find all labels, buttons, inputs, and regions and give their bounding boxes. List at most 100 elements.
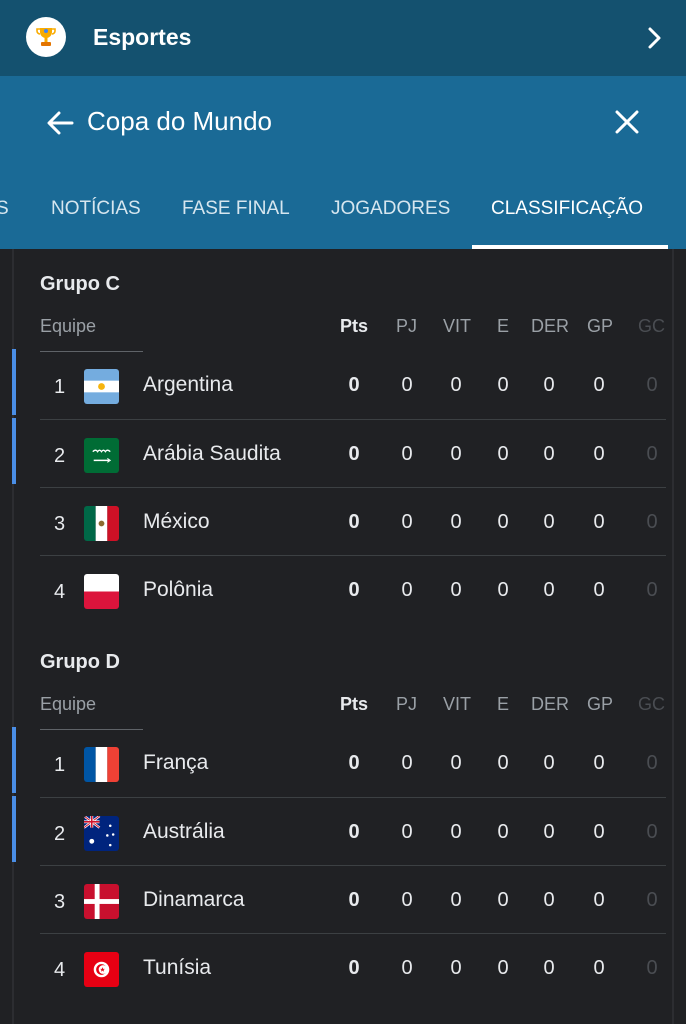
stat-e: 0 [497,821,509,843]
team-position: 4 [54,581,66,603]
column-header-vit: VIT [443,694,472,714]
stat-pts: 0 [348,957,360,979]
stat-gp: 0 [593,821,605,843]
stat-gp: 0 [593,511,605,533]
stat-der: 0 [543,443,555,465]
denmark-flag-icon [84,884,119,919]
column-header-gc: GC [638,694,665,714]
stat-gc: 0 [646,752,658,774]
column-header-pts: Pts [340,316,369,336]
stat-der: 0 [543,821,555,843]
tunisia-flag-icon [84,952,119,987]
stat-vit: 0 [450,579,462,601]
stat-e: 0 [497,889,509,911]
team-position: 1 [54,754,66,776]
stat-der: 0 [543,374,555,396]
standings-row[interactable]: 2 Austrália 0 0 0 0 0 0 0 [12,796,666,865]
team-name: México [143,510,210,533]
stat-der: 0 [543,889,555,911]
group-title: Grupo C [40,273,120,295]
trophy-icon [26,17,66,57]
standings-row[interactable]: 3 México 0 0 0 0 0 0 0 [40,487,666,555]
stat-pj: 0 [401,889,413,911]
team-name: Polônia [143,578,214,601]
sports-top-bar[interactable]: Esportes [0,0,686,76]
column-header-gc: GC [638,316,665,336]
standings-row[interactable]: 2 Arábia Saudita 0 0 0 0 0 0 0 [12,418,666,487]
tab-jogadores[interactable]: JOGADORES [331,198,450,220]
column-header-vit: VIT [443,316,472,336]
stat-pj: 0 [401,374,413,396]
team-name: Argentina [143,373,233,396]
column-header-gp: GP [587,316,614,336]
stat-gp: 0 [593,374,605,396]
sports-title: Esportes [93,24,192,50]
standings-row[interactable]: 4 Polônia 0 0 0 0 0 0 0 [40,555,666,623]
team-name: Dinamarca [143,888,245,911]
column-header-der: DER [531,694,570,714]
qualification-marker [12,349,16,415]
saudi-arabia-flag-icon [84,438,119,473]
qualification-marker [12,796,16,862]
stat-pj: 0 [401,443,413,465]
tab-noticias[interactable]: NOTÍCIAS [51,198,141,220]
australia-flag-icon [84,816,119,851]
standings-row[interactable]: 1 França 0 0 0 0 0 0 0 [12,727,666,797]
stat-e: 0 [497,374,509,396]
stat-der: 0 [543,579,555,601]
stat-gc: 0 [646,889,658,911]
poland-flag-icon [84,574,119,609]
tab-classificacao[interactable]: CLASSIFICAÇÃO [491,198,643,220]
stat-pj: 0 [401,579,413,601]
column-header-pj: PJ [396,316,418,336]
standings-row[interactable]: 4 Tunísia 0 0 0 0 0 0 0 [40,933,666,1001]
stat-pts: 0 [348,579,360,601]
stat-gc: 0 [646,821,658,843]
stat-vit: 0 [450,752,462,774]
team-position: 1 [54,376,66,398]
column-header-e: E [497,316,510,336]
tab-fase-final[interactable]: FASE FINAL [182,198,290,220]
stat-vit: 0 [450,889,462,911]
column-header-e: E [497,694,510,714]
stat-pts: 0 [348,443,360,465]
tab-partial[interactable]: S [0,198,9,220]
stat-der: 0 [543,957,555,979]
tab-bar: S NOTÍCIAS FASE FINAL JOGADORES CLASSIFI… [0,184,686,249]
stat-e: 0 [497,752,509,774]
france-flag-icon [84,747,119,782]
team-name: Tunísia [143,956,212,979]
team-position: 3 [54,891,66,913]
page-title: Copa do Mundo [87,106,273,136]
stat-vit: 0 [450,821,462,843]
chevron-right-icon[interactable] [640,24,668,52]
stat-gp: 0 [593,579,605,601]
group-title: Grupo D [40,651,120,673]
stat-pj: 0 [401,957,413,979]
arrow-left-icon[interactable] [44,107,76,139]
stat-vit: 0 [450,374,462,396]
stat-pj: 0 [401,821,413,843]
team-position: 4 [54,959,66,981]
stat-gc: 0 [646,957,658,979]
stat-pj: 0 [401,752,413,774]
qualification-marker [12,418,16,484]
stat-gp: 0 [593,957,605,979]
stat-gp: 0 [593,889,605,911]
stat-e: 0 [497,957,509,979]
stat-gp: 0 [593,752,605,774]
stat-pts: 0 [348,821,360,843]
team-name: Arábia Saudita [143,442,281,465]
stat-gc: 0 [646,374,658,396]
standings-row[interactable]: 3 Dinamarca 0 0 0 0 0 0 0 [40,865,666,933]
close-icon[interactable] [612,107,642,137]
team-name: Austrália [143,820,225,843]
standings-content[interactable]: Grupo C Equipe Pts PJ VIT E DER GP GC 1 Argentina 0… [0,249,686,1024]
standings-row[interactable]: 1 Argentina 0 0 0 0 0 0 0 [12,349,666,419]
stat-gc: 0 [646,443,658,465]
stat-e: 0 [497,579,509,601]
column-header-gp: GP [587,694,614,714]
stat-gp: 0 [593,443,605,465]
stat-vit: 0 [450,511,462,533]
qualification-marker [12,727,16,793]
